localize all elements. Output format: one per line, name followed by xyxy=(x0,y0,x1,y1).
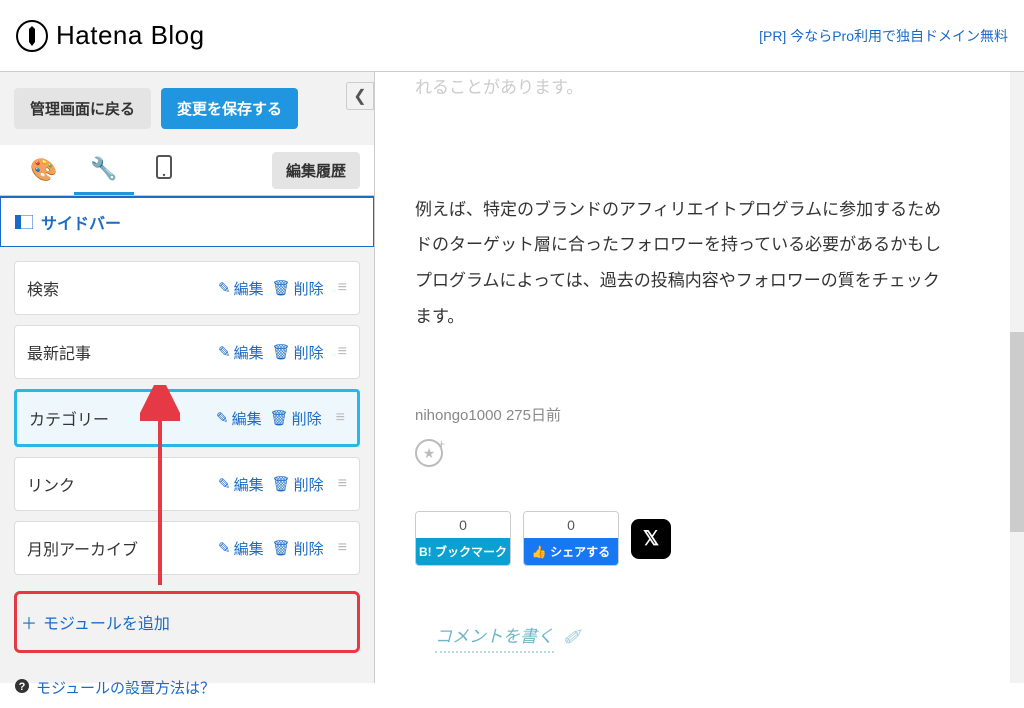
drag-handle-icon[interactable]: ≡ xyxy=(338,539,347,557)
edit-link[interactable]: ✎編集 xyxy=(218,474,264,495)
hatena-star-button[interactable]: ★ + xyxy=(415,439,443,467)
scrollbar-thumb[interactable] xyxy=(1010,332,1024,532)
add-module-label: モジュールを追加 xyxy=(43,610,170,634)
delete-link[interactable]: 🗑削除 xyxy=(272,342,324,363)
module-name: カテゴリー xyxy=(29,406,109,430)
tab-smartphone[interactable] xyxy=(134,145,194,195)
pr-link[interactable]: [PR] 今ならPro利用で独自ドメイン無料 xyxy=(759,26,1008,46)
back-to-admin-button[interactable]: 管理画面に戻る xyxy=(14,88,151,129)
add-module-button[interactable]: ＋ モジュールを追加 xyxy=(17,594,357,650)
wrench-icon: 🔧 xyxy=(90,156,117,182)
drag-handle-icon[interactable]: ≡ xyxy=(338,279,347,297)
edit-link[interactable]: ✎編集 xyxy=(218,538,264,559)
plus-icon: + xyxy=(438,437,445,451)
comment-prompt-label: コメントを書く xyxy=(435,622,554,653)
edit-link[interactable]: ✎編集 xyxy=(218,278,264,299)
module-name: 最新記事 xyxy=(27,340,91,364)
edit-link[interactable]: ✎編集 xyxy=(216,408,262,429)
edit-history-button[interactable]: 編集履歴 xyxy=(272,152,360,189)
module-item-search[interactable]: 検索 ✎編集 🗑削除 ≡ xyxy=(14,261,360,315)
facebook-share-button[interactable]: 0 👍 シェアする xyxy=(523,511,619,566)
module-item-link[interactable]: リンク ✎編集 🗑削除 ≡ xyxy=(14,457,360,511)
trash-icon: 🗑 xyxy=(270,409,289,427)
post-age: 275日前 xyxy=(506,407,561,424)
star-icon: ★ xyxy=(423,445,436,462)
article-paragraph: 例えば、特定のブランドのアフィリエイトプログラムに参加するため ドのターゲット層… xyxy=(415,192,1024,335)
logo[interactable]: Hatena Blog xyxy=(16,20,205,52)
module-name: 検索 xyxy=(27,276,59,300)
x-icon: 𝕏 xyxy=(643,526,659,551)
x-share-button[interactable]: 𝕏 xyxy=(631,519,671,559)
hatena-bookmark-button[interactable]: 0 B! ブックマーク xyxy=(415,511,511,566)
sidebar-layout-icon xyxy=(15,215,33,229)
share-label: 👍 シェアする xyxy=(524,538,618,565)
pencil-icon: ✎ xyxy=(216,409,229,427)
collapse-sidebar-button[interactable]: ❮ xyxy=(346,82,374,110)
plus-icon: ＋ xyxy=(21,610,37,634)
module-item-category[interactable]: カテゴリー ✎編集 🗑削除 ≡ xyxy=(14,389,360,447)
delete-link[interactable]: 🗑削除 xyxy=(272,474,324,495)
chevron-left-icon: ❮ xyxy=(353,86,366,106)
pen-logo-icon xyxy=(16,20,48,52)
question-circle-icon: ? xyxy=(14,678,30,698)
edit-link[interactable]: ✎編集 xyxy=(218,342,264,363)
pencil-icon: ✎ xyxy=(218,279,231,297)
article-text-fragment: れることがあります。 xyxy=(415,72,1024,106)
drag-handle-icon[interactable]: ≡ xyxy=(336,409,345,427)
tab-theme[interactable]: 🎨 xyxy=(14,145,74,195)
trash-icon: 🗑 xyxy=(272,539,291,557)
module-help-link[interactable]: ? モジュールの設置方法は？ xyxy=(0,667,374,708)
drag-handle-icon[interactable]: ≡ xyxy=(338,475,347,493)
module-item-recent[interactable]: 最新記事 ✎編集 🗑削除 ≡ xyxy=(14,325,360,379)
post-meta: nihongo1000 275日前 xyxy=(415,404,1024,425)
module-item-archive[interactable]: 月別アーカイブ ✎編集 🗑削除 ≡ xyxy=(14,521,360,575)
author-name[interactable]: nihongo1000 xyxy=(415,407,502,424)
module-name: リンク xyxy=(27,472,75,496)
module-name: 月別アーカイブ xyxy=(27,536,138,560)
svg-text:?: ? xyxy=(19,681,26,693)
help-link-label: モジュールの設置方法は？ xyxy=(36,677,215,698)
share-count: 0 xyxy=(524,512,618,538)
write-comment-link[interactable]: コメントを書く ✐ xyxy=(415,622,1024,653)
smartphone-icon xyxy=(156,155,172,185)
save-changes-button[interactable]: 変更を保存する xyxy=(161,88,298,129)
delete-link[interactable]: 🗑削除 xyxy=(272,538,324,559)
logo-text: Hatena Blog xyxy=(56,20,205,51)
pencil-icon: ✎ xyxy=(218,343,231,361)
thumbs-up-icon: 👍 xyxy=(532,545,547,559)
section-header-label: サイドバー xyxy=(41,210,121,234)
drag-handle-icon[interactable]: ≡ xyxy=(338,343,347,361)
preview-pane: れることがあります。 例えば、特定のブランドのアフィリエイトプログラムに参加する… xyxy=(375,72,1024,683)
section-header-sidebar[interactable]: サイドバー xyxy=(0,196,374,247)
trash-icon: 🗑 xyxy=(272,343,291,361)
pencil-icon: ✐ xyxy=(562,625,580,651)
delete-link[interactable]: 🗑削除 xyxy=(272,278,324,299)
bookmark-count: 0 xyxy=(416,512,510,538)
design-sidebar: ❮ 管理画面に戻る 変更を保存する 🎨 🔧 編集履歴 xyxy=(0,72,375,683)
trash-icon: 🗑 xyxy=(272,279,291,297)
tab-customize[interactable]: 🔧 xyxy=(74,145,134,195)
delete-link[interactable]: 🗑削除 xyxy=(270,408,322,429)
pencil-icon: ✎ xyxy=(218,539,231,557)
trash-icon: 🗑 xyxy=(272,475,291,493)
palette-icon: 🎨 xyxy=(30,157,57,183)
pencil-icon: ✎ xyxy=(218,475,231,493)
bookmark-label: B! ブックマーク xyxy=(416,538,510,565)
preview-scrollbar[interactable] xyxy=(1010,72,1024,683)
